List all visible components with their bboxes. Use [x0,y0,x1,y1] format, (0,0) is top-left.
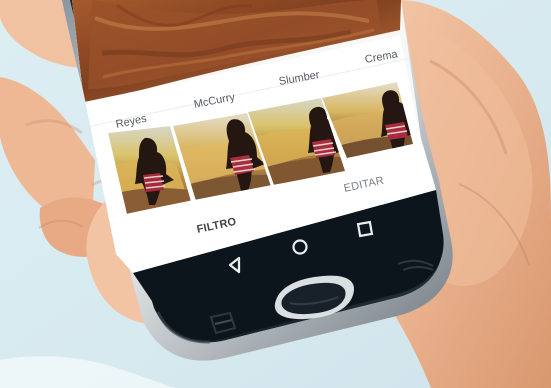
phone-photo-scene: Reyes McCurry Slumber Crema FILTRO EDITA… [0,0,551,388]
filter-thumbnail-crema[interactable] [322,82,414,159]
home-circle-icon [292,239,308,255]
back-button[interactable] [223,253,247,277]
home-button[interactable] [288,235,312,259]
recent-apps-hardware-key[interactable] [206,309,240,334]
back-triangle-icon [228,256,241,274]
square-overview-icon [356,220,374,238]
overview-button[interactable] [353,217,377,241]
back-hardware-key[interactable] [394,256,438,276]
hand-holding-phone-photo [0,0,551,388]
physical-home-button[interactable] [274,276,356,319]
